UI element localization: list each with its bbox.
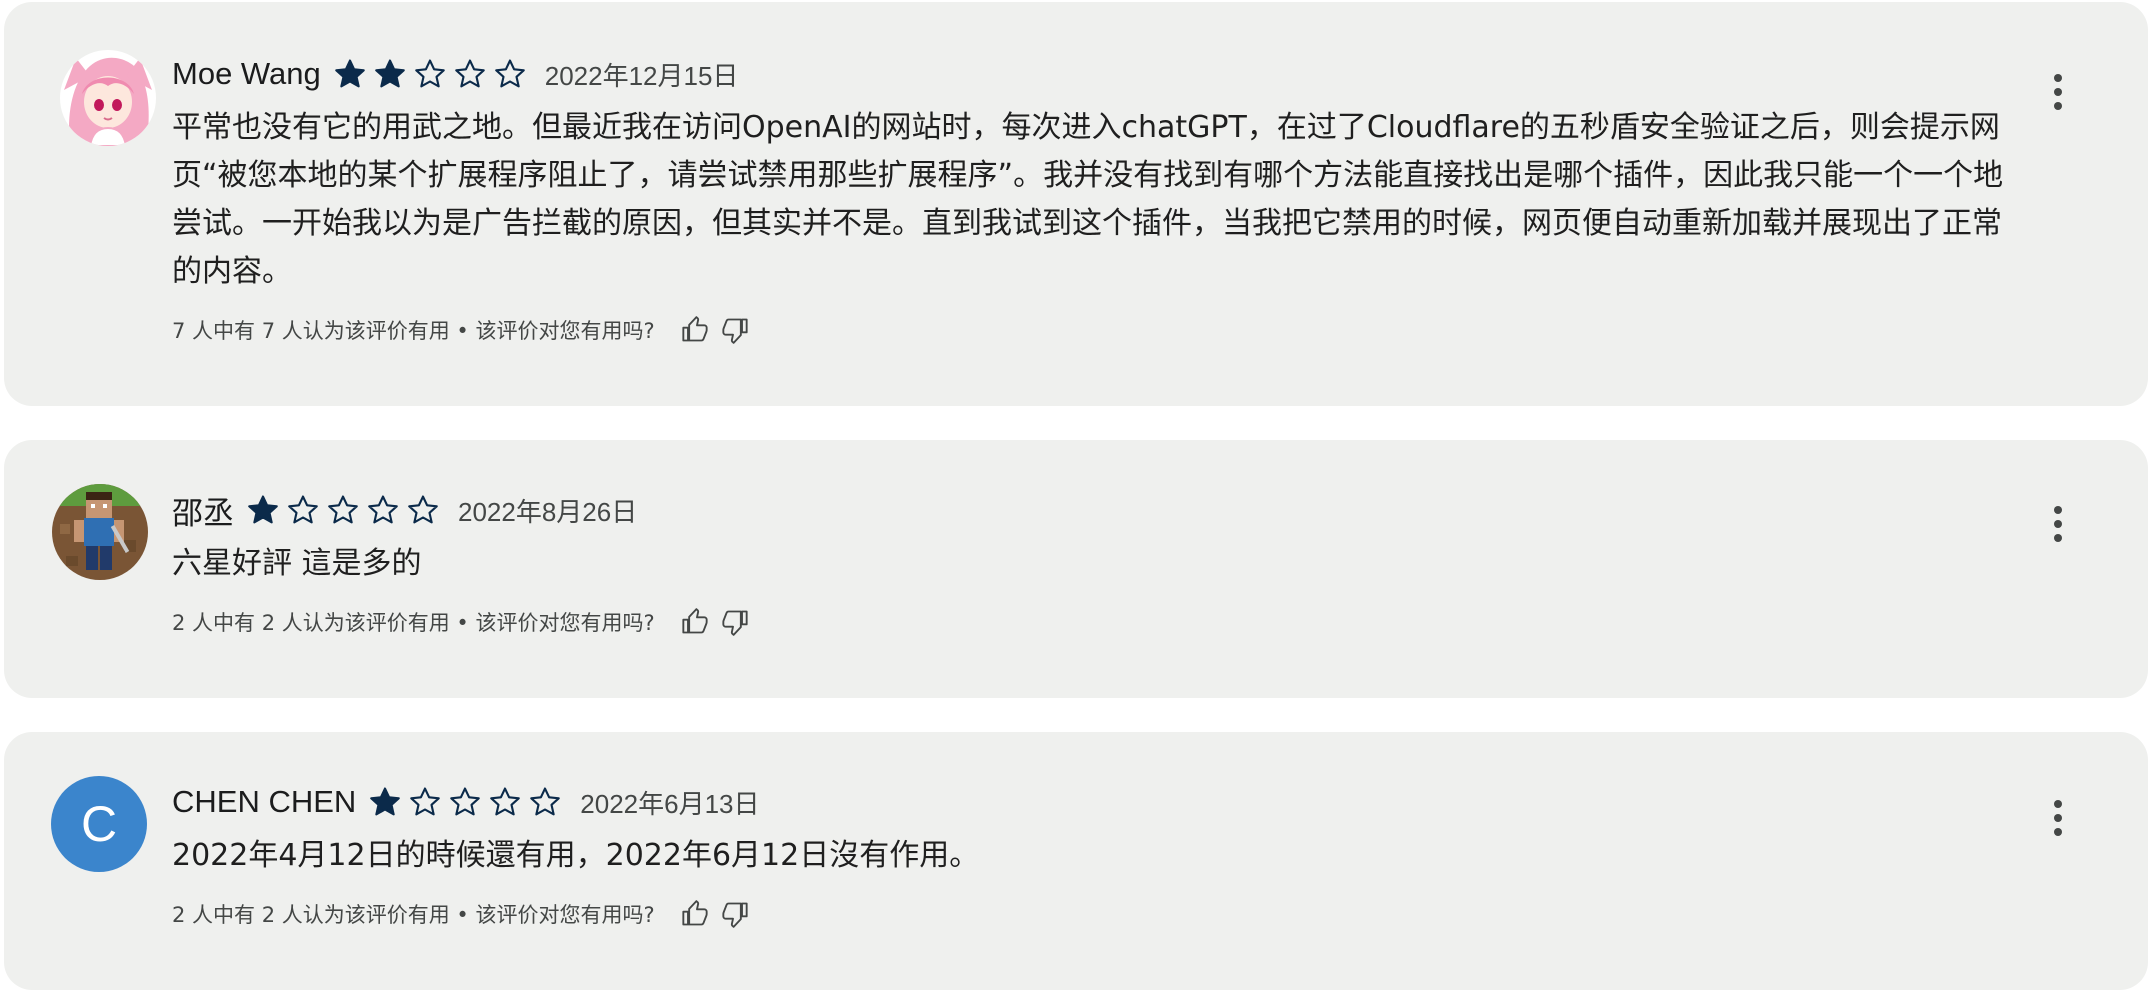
- more-options-button[interactable]: [2038, 68, 2078, 116]
- thumb-up-button[interactable]: [677, 312, 713, 348]
- star-outline-icon: [328, 495, 358, 524]
- thumb-down-icon: [722, 610, 748, 636]
- review-date: 2022年8月26日: [458, 496, 638, 527]
- star-outline-icon: [454, 59, 485, 88]
- more-vert-icon: [2054, 800, 2062, 808]
- review-date: 2022年6月13日: [580, 788, 760, 819]
- star-rating: [368, 785, 568, 819]
- more-vert-icon-dot: [2054, 534, 2062, 542]
- avatar: [52, 484, 148, 580]
- helpful-count-text: 2 人中有 2 人认为该评价有用 • 该评价对您有用吗?: [172, 611, 655, 635]
- review-card: Moe Wang 2022年12月15日 平常也没有它的用武之地。但最近我在访问…: [4, 2, 2148, 406]
- helpful-row: 7 人中有 7 人认为该评价有用 • 该评价对您有用吗?: [172, 310, 2028, 350]
- review-list: Moe Wang 2022年12月15日 平常也没有它的用武之地。但最近我在访问…: [0, 0, 2154, 994]
- thumb-up-button[interactable]: [677, 896, 713, 932]
- helpful-row: 2 人中有 2 人认为该评价有用 • 该评价对您有用吗?: [172, 602, 2028, 642]
- star-outline-icon: [450, 787, 481, 816]
- more-options-button[interactable]: [2038, 794, 2078, 842]
- anime-girl-avatar-icon: [60, 50, 156, 146]
- thumb-down-button[interactable]: [717, 896, 753, 932]
- star-outline-icon: [408, 495, 438, 524]
- more-vert-icon-dot: [2054, 88, 2062, 96]
- thumb-up-icon: [682, 900, 708, 926]
- star-outline-icon: [410, 787, 441, 816]
- review-card: C CHEN CHEN 2022年6月13日 2022年4月12日的時候還有用，…: [4, 732, 2148, 990]
- pixel-character-avatar-icon: [52, 484, 148, 580]
- review-content: CHEN CHEN 2022年6月13日 2022年4月12日的時候還有用，20…: [172, 780, 2028, 934]
- helpful-count-text: 7 人中有 7 人认为该评价有用 • 该评价对您有用吗?: [172, 319, 655, 343]
- author-name: CHEN CHEN: [172, 784, 357, 819]
- review-header: Moe Wang 2022年12月15日: [172, 52, 2028, 96]
- thumb-up-button[interactable]: [677, 604, 713, 640]
- review-header: CHEN CHEN 2022年6月13日: [172, 780, 2028, 824]
- star-outline-icon: [530, 787, 561, 816]
- star-outline-icon: [494, 59, 525, 88]
- more-vert-icon: [2054, 506, 2062, 514]
- review-date: 2022年12月15日: [544, 60, 739, 91]
- more-vert-icon-dot: [2054, 828, 2062, 836]
- more-options-button[interactable]: [2038, 500, 2078, 548]
- star-rating: [333, 57, 533, 91]
- star-outline-icon: [490, 787, 521, 816]
- star-filled-icon: [374, 59, 405, 88]
- review-content: Moe Wang 2022年12月15日 平常也没有它的用武之地。但最近我在访问…: [172, 52, 2028, 350]
- star-filled-icon: [370, 787, 401, 816]
- more-vert-icon-dot: [2054, 814, 2062, 822]
- star-filled-icon: [248, 495, 278, 524]
- review-text: 平常也没有它的用武之地。但最近我在访问OpenAI的网站时，每次进入chatGP…: [172, 110, 2004, 289]
- avatar: [60, 50, 156, 146]
- author-name: Moe Wang: [172, 56, 321, 91]
- more-vert-icon-dot: [2054, 102, 2062, 110]
- review-text: 六星好評 這是多的: [172, 546, 422, 581]
- more-vert-icon: [2054, 74, 2062, 82]
- thumb-up-icon: [682, 608, 708, 634]
- star-outline-icon: [368, 495, 398, 524]
- star-filled-icon: [334, 59, 365, 88]
- review-header: 邵丞 2022年8月26日: [172, 488, 2028, 532]
- review-card: 邵丞 2022年8月26日 六星好評 這是多的 2 人中有 2 人认为该评价有用…: [4, 440, 2148, 698]
- star-outline-icon: [414, 59, 445, 88]
- review-content: 邵丞 2022年8月26日 六星好評 這是多的 2 人中有 2 人认为该评价有用…: [172, 488, 2028, 642]
- thumb-down-icon: [722, 902, 748, 928]
- more-vert-icon-dot: [2054, 520, 2062, 528]
- star-rating: [246, 493, 446, 527]
- thumb-up-icon: [682, 316, 708, 342]
- thumb-down-button[interactable]: [717, 604, 753, 640]
- star-outline-icon: [288, 495, 318, 524]
- avatar: C: [51, 776, 147, 872]
- helpful-count-text: 2 人中有 2 人认为该评价有用 • 该评价对您有用吗?: [172, 903, 655, 927]
- thumb-down-button[interactable]: [717, 312, 753, 348]
- review-text: 2022年4月12日的時候還有用，2022年6月12日沒有作用。: [172, 838, 980, 873]
- author-name: 邵丞: [172, 495, 234, 531]
- thumb-down-icon: [722, 318, 748, 344]
- helpful-row: 2 人中有 2 人认为该评价有用 • 该评价对您有用吗?: [172, 894, 2028, 934]
